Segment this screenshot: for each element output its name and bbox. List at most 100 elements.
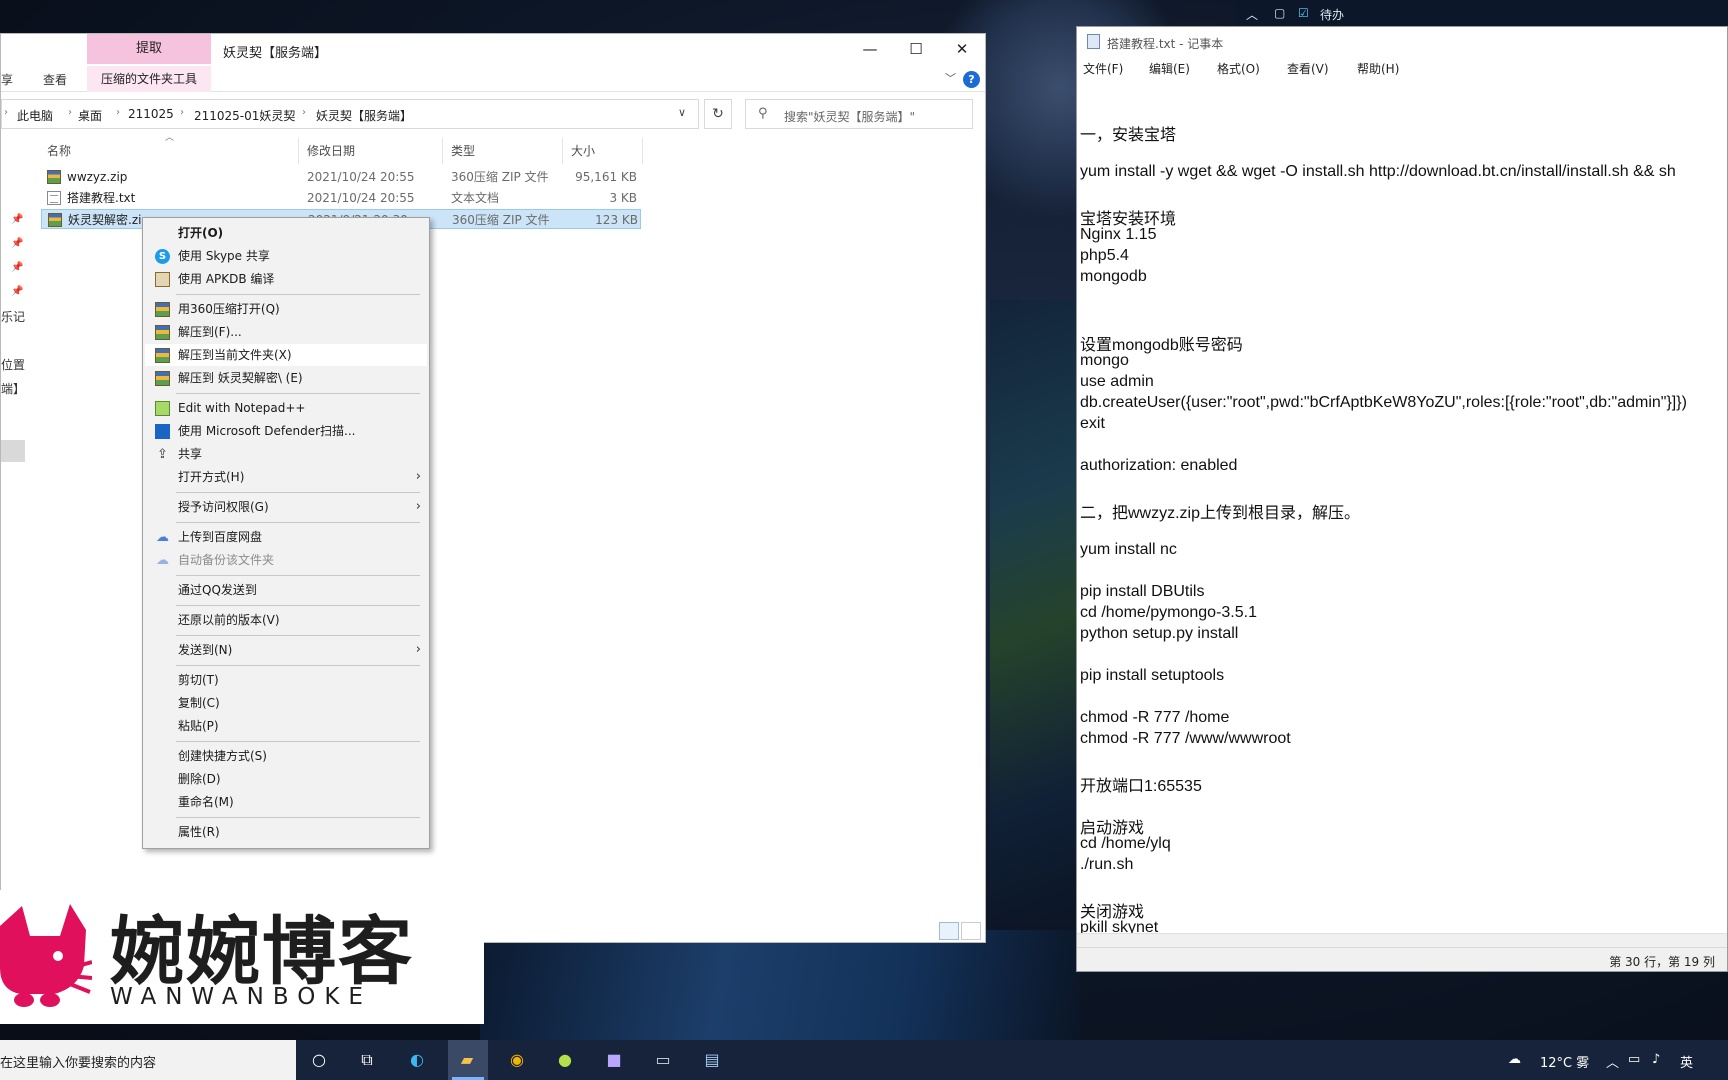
menu-item-rename[interactable]: 重命名(M) (145, 791, 427, 813)
address-dropdown-icon[interactable]: ∨ (678, 106, 686, 119)
menu-help[interactable]: 帮助(H) (1357, 60, 1399, 77)
menu-item-grant-access[interactable]: 授予访问权限(G) › (145, 496, 427, 518)
taskbar-search-input[interactable]: 在这里输入你要搜索的内容 (0, 1052, 156, 1071)
menu-item-notepad-plus-plus[interactable]: Edit with Notepad++ (145, 397, 427, 419)
menu-item-skype-share[interactable]: S 使用 Skype 共享 (145, 245, 427, 267)
network-icon[interactable]: ▭ (1628, 1052, 1640, 1067)
menu-item-properties[interactable]: 属性(R) (145, 821, 427, 843)
notepad-taskbar-icon[interactable]: ▤ (699, 1048, 725, 1072)
ribbon-bar: 享 查看 压缩的文件夹工具 ﹀ ? (1, 66, 985, 92)
remote-desktop-icon[interactable]: ▭ (650, 1048, 676, 1072)
notepad-text-line: 启动游戏 (1080, 820, 1145, 837)
notepad-text-line: yum install nc (1080, 541, 1177, 558)
menu-item-delete[interactable]: 删除(D) (145, 768, 427, 790)
menu-item-open[interactable]: 打开(O) (145, 222, 427, 244)
notepad-text-line: Nginx 1.15 (1080, 226, 1157, 243)
file-explorer-icon[interactable]: ▰ (454, 1048, 480, 1072)
breadcrumb-server[interactable]: 妖灵契【服务端】 (316, 107, 412, 124)
pin-icon[interactable]: 📌 (11, 214, 23, 225)
menu-item-open-with[interactable]: 打开方式(H) › (145, 466, 427, 488)
menu-item-share[interactable]: ⇪ 共享 (145, 443, 427, 465)
breadcrumb-this-pc[interactable]: 此电脑 (17, 107, 53, 124)
todo-label[interactable]: 待办 (1320, 6, 1344, 23)
pin-icon[interactable]: 📌 (11, 262, 23, 273)
menu-edit[interactable]: 编辑(E) (1149, 60, 1190, 77)
details-view-button[interactable] (939, 922, 959, 940)
edge-icon[interactable]: ◐ (404, 1048, 430, 1072)
nav-item[interactable]: 乐记 (1, 308, 25, 325)
minimize-button[interactable]: — (847, 34, 893, 66)
menu-item-send-to[interactable]: 发送到(N) › (145, 639, 427, 661)
ribbon-tab-compressed-folder-tools[interactable]: 压缩的文件夹工具 (87, 66, 211, 92)
help-icon[interactable]: ? (963, 71, 980, 88)
menu-item-open-360[interactable]: 用360压缩打开(Q) (145, 298, 427, 320)
large-icons-view-button[interactable] (961, 922, 981, 940)
menu-item-auto-backup: ☁ 自动备份该文件夹 (156, 553, 275, 568)
cat-logo-icon (0, 904, 92, 1007)
menu-file[interactable]: 文件(F) (1083, 60, 1123, 77)
address-bar[interactable]: › 此电脑 › 桌面 › 211025 › 211025-01妖灵契 › 妖灵契… (1, 99, 699, 129)
search-input[interactable]: 搜索"妖灵契【服务端】" (784, 108, 915, 125)
breadcrumb-211025-01[interactable]: 211025-01妖灵契 (194, 107, 295, 124)
breadcrumb-211025[interactable]: 211025 (128, 107, 174, 121)
file-row[interactable]: 搭建教程.txt 2021/10/24 20:55 文本文档 3 KB (41, 188, 641, 208)
nav-item[interactable]: 位置 (1, 356, 25, 373)
column-header-type[interactable]: 类型 (445, 138, 563, 164)
watermark-subtitle: WANWANBOKE (110, 984, 372, 1010)
column-header-name[interactable]: 名称 (41, 138, 299, 164)
task-view-icon[interactable]: ⧉ (354, 1048, 380, 1072)
file-name: 妖灵契解密.zip (68, 213, 150, 227)
cortana-icon[interactable]: ○ (306, 1048, 332, 1072)
menu-item-extract-to-folder[interactable]: 解压到 妖灵契解密\ (E) (145, 367, 427, 389)
tray-chevron-icon[interactable]: ︿ (1606, 1052, 1619, 1071)
close-button[interactable]: ✕ (939, 34, 985, 66)
notepad-text-line: python setup.py install (1080, 625, 1239, 642)
menu-item-defender-scan[interactable]: 使用 Microsoft Defender扫描... (145, 420, 427, 442)
menu-format[interactable]: 格式(O) (1217, 60, 1260, 77)
refresh-button[interactable]: ↻ (704, 99, 732, 129)
menu-item-paste[interactable]: 粘贴(P) (145, 715, 427, 737)
menu-separator (176, 605, 420, 606)
menu-item-upload-baidu[interactable]: ☁ 上传到百度网盘 (145, 526, 427, 548)
nav-selected-item[interactable] (1, 440, 25, 462)
menu-item-apkdb[interactable]: 使用 APKDB 编译 (145, 268, 427, 290)
pin-icon[interactable]: 📌 (11, 238, 23, 249)
menu-view[interactable]: 查看(V) (1287, 60, 1329, 77)
ribbon-tab-extract[interactable]: 提取 (87, 34, 211, 64)
checkbox-icon[interactable]: ☑ (1298, 6, 1309, 20)
chrome-icon[interactable]: ◉ (504, 1048, 530, 1072)
maximize-button[interactable]: ☐ (893, 34, 939, 66)
column-header-date[interactable]: 修改日期 (301, 138, 443, 164)
notepad-text-area[interactable]: 一，安装宝塔 yum install -y wget && wget -O ins… (1077, 79, 1727, 945)
app-purple-icon[interactable]: ■ (601, 1048, 627, 1072)
notepad-titlebar[interactable]: 搭建教程.txt - 记事本 (1077, 27, 1727, 57)
ribbon-tab-share[interactable]: 享 (1, 71, 13, 88)
app-green-icon[interactable]: ● (552, 1048, 578, 1072)
column-header-size[interactable]: 大小 (565, 138, 643, 164)
file-date: 2021/10/24 20:55 (307, 170, 415, 184)
ribbon-expand-icon[interactable]: ﹀ (945, 70, 956, 86)
file-row[interactable]: wwzyz.zip 2021/10/24 20:55 360压缩 ZIP 文件 … (41, 167, 641, 187)
search-box[interactable]: ⚲ 搜索"妖灵契【服务端】" (745, 99, 973, 129)
chevron-up-icon[interactable]: ︿ (1246, 6, 1258, 23)
nav-item[interactable]: 端】 (1, 380, 25, 397)
volume-icon[interactable]: ♪ (1652, 1052, 1660, 1067)
breadcrumb-desktop[interactable]: 桌面 (78, 107, 102, 124)
menu-item-cut[interactable]: 剪切(T) (145, 669, 427, 691)
cursor-position: 第 30 行，第 19 列 (1609, 955, 1715, 969)
pin-icon[interactable]: 📌 (11, 286, 23, 297)
horizontal-scrollbar[interactable] (1077, 933, 1727, 947)
explorer-titlebar[interactable]: 提取 妖灵契【服务端】 — ☐ ✕ (1, 34, 985, 66)
ime-indicator[interactable]: 英 (1680, 1052, 1693, 1071)
clipboard-icon[interactable]: ▢ (1274, 6, 1285, 20)
menu-item-extract-to[interactable]: 解压到(F)... (145, 321, 427, 343)
taskbar-search[interactable]: 在这里输入你要搜索的内容 (0, 1040, 296, 1080)
weather-icon[interactable]: ☁ (1508, 1052, 1521, 1067)
menu-item-restore-versions[interactable]: 还原以前的版本(V) (145, 609, 427, 631)
menu-item-create-shortcut[interactable]: 创建快捷方式(S) (145, 745, 427, 767)
menu-item-send-via-qq[interactable]: 通过QQ发送到 (145, 579, 427, 601)
menu-item-extract-here[interactable]: 解压到当前文件夹(X) (145, 344, 427, 366)
menu-item-copy[interactable]: 复制(C) (145, 692, 427, 714)
ribbon-tab-view[interactable]: 查看 (43, 71, 67, 88)
weather-text[interactable]: 12°C 雾 (1540, 1052, 1589, 1071)
